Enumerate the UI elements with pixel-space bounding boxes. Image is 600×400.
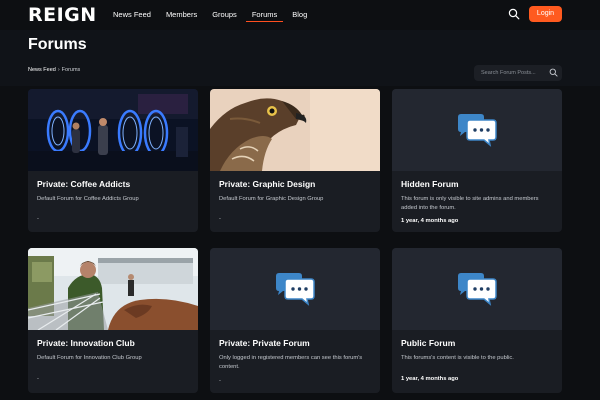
nav-item-forums[interactable]: Forums (245, 0, 284, 30)
main-nav: News Feed Members Groups Forums Blog (113, 0, 322, 30)
forum-title[interactable]: Private: Innovation Club (37, 338, 135, 348)
forum-description: Default Forum for Graphic Design Group (219, 196, 324, 202)
forum-last-active: - (37, 376, 39, 382)
forum-card[interactable]: Hidden Forum This forum is only visible … (392, 89, 562, 232)
forum-title[interactable]: Public Forum (401, 338, 455, 348)
forum-bubbles-icon (276, 273, 315, 306)
forum-card[interactable]: Private: Innovation Club Default Forum f… (28, 248, 198, 393)
forum-description: Default Forum for Coffee Addicts Group (37, 196, 139, 202)
forum-photo-coffee[interactable] (28, 89, 198, 171)
forum-bubbles-icon (458, 273, 497, 306)
forum-card[interactable]: Public Forum This forums's content is vi… (392, 248, 562, 393)
forum-photo-hawk[interactable] (210, 89, 380, 171)
forum-photo-farm[interactable] (28, 248, 198, 330)
forum-card[interactable]: Private: Graphic Design Default Forum fo… (210, 89, 380, 232)
breadcrumb-current: Forums (61, 67, 81, 73)
forum-description: Default Forum for Innovation Club Group (37, 355, 142, 361)
logo-text: REIGN (28, 4, 97, 26)
forum-description: This forum is only visible to site admin… (401, 196, 539, 211)
search-icon[interactable] (508, 8, 520, 20)
farm-photo-image (28, 248, 198, 330)
forum-title[interactable]: Private: Coffee Addicts (37, 179, 130, 189)
forum-search-box (474, 65, 562, 81)
breadcrumb-separator: › (57, 67, 60, 73)
coffee-photo-image (28, 89, 198, 171)
forum-last-active: - (37, 216, 39, 222)
forum-last-active: - (219, 378, 221, 384)
breadcrumb: News Feed › Forums (28, 67, 80, 73)
login-button[interactable]: Login (529, 6, 562, 22)
forum-title[interactable]: Private: Graphic Design (219, 179, 315, 189)
page-title: Forums (28, 36, 87, 53)
forum-last-active[interactable]: 1 year, 4 months ago (401, 218, 458, 224)
breadcrumb-news-feed[interactable]: News Feed (28, 67, 56, 73)
nav-item-news-feed[interactable]: News Feed (113, 0, 151, 30)
forum-title[interactable]: Private: Private Forum (219, 338, 310, 348)
forum-description: This forums's content is visible to the … (401, 355, 514, 361)
forum-last-active: - (219, 216, 221, 222)
forum-media[interactable] (210, 248, 380, 330)
forum-card[interactable]: Private: Private Forum Only logged in re… (210, 248, 380, 393)
forum-last-active[interactable]: 1 year, 4 months ago (401, 376, 458, 382)
forum-bubbles-icon (458, 114, 497, 147)
nav-item-blog[interactable]: Blog (292, 0, 307, 30)
forum-card[interactable]: Private: Coffee Addicts Default Forum fo… (28, 89, 198, 232)
nav-item-members[interactable]: Members (166, 0, 197, 30)
reign-logo[interactable]: REIGN (28, 5, 97, 25)
search-icon[interactable] (549, 68, 558, 77)
forum-media[interactable] (392, 248, 562, 330)
forum-media[interactable] (392, 89, 562, 171)
forum-title[interactable]: Hidden Forum (401, 179, 459, 189)
nav-item-groups[interactable]: Groups (212, 0, 237, 30)
forum-search-input[interactable] (481, 68, 547, 78)
hawk-photo-image (210, 89, 380, 171)
top-navigation-bar: REIGN News Feed Members Groups Forums Bl… (0, 0, 600, 30)
forum-description: Only logged in registered members can se… (219, 355, 363, 370)
